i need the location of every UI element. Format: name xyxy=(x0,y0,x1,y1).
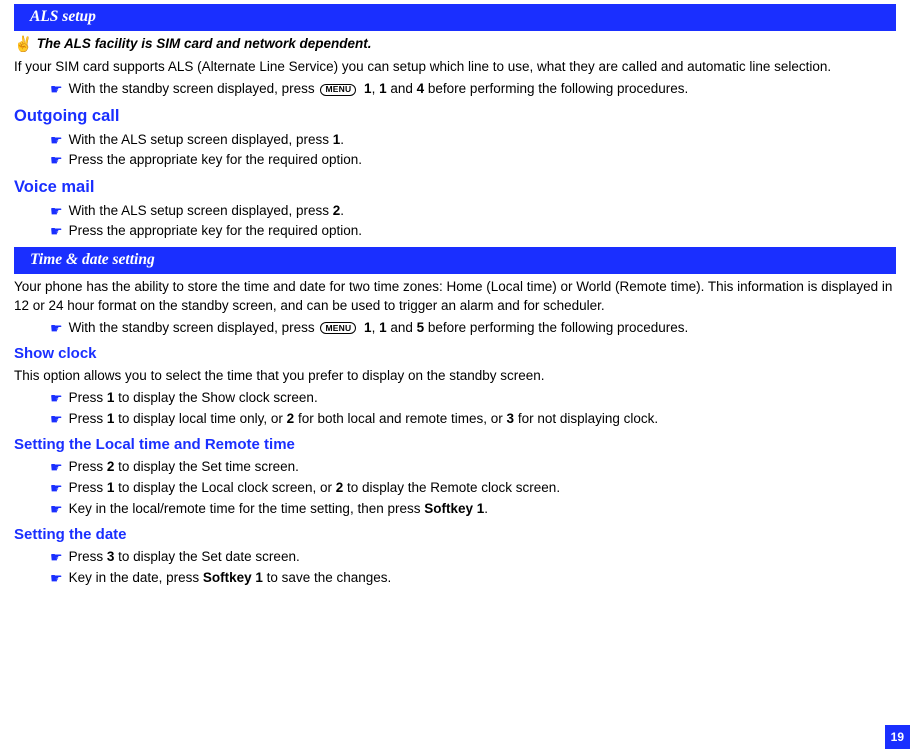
time-intro: Your phone has the ability to store the … xyxy=(14,278,896,314)
list-item: ☛ Press 3 to display the Set date screen… xyxy=(14,548,896,567)
key-3: 4 xyxy=(417,81,425,96)
text: before performing the following procedur… xyxy=(428,81,688,96)
pointer-icon: ☛ xyxy=(50,500,63,519)
heading-set-date: Setting the date xyxy=(14,525,896,545)
hand-icon: ✌ xyxy=(14,35,33,55)
pointer-icon: ☛ xyxy=(50,151,63,170)
text: Key in the local/remote time for the tim… xyxy=(69,501,425,516)
list-item: ☛ Key in the date, press Softkey 1 to sa… xyxy=(14,569,896,588)
section-header-time: Time & date setting xyxy=(14,247,896,274)
als-menu-step: ☛ With the standby screen displayed, pre… xyxy=(14,80,896,99)
pointer-icon: ☛ xyxy=(50,80,63,99)
pointer-icon: ☛ xyxy=(50,548,63,567)
pointer-icon: ☛ xyxy=(50,222,63,241)
als-intro: If your SIM card supports ALS (Alternate… xyxy=(14,58,896,76)
text: With the standby screen displayed, press xyxy=(69,320,319,335)
text: With the ALS setup screen displayed, pre… xyxy=(69,203,333,218)
section-header-als: ALS setup xyxy=(14,4,896,31)
list-item: ☛ Press 1 to display the Show clock scre… xyxy=(14,389,896,408)
menu-button-icon: MENU xyxy=(320,84,356,96)
text: Press xyxy=(69,411,107,426)
heading-show-clock: Show clock xyxy=(14,344,896,364)
pointer-icon: ☛ xyxy=(50,389,63,408)
key: Softkey 1 xyxy=(203,570,263,585)
pointer-icon: ☛ xyxy=(50,319,63,338)
key-1: 1 xyxy=(364,320,372,335)
key-3: 5 xyxy=(417,320,425,335)
text: Press xyxy=(69,459,107,474)
text: Press the appropriate key for the requir… xyxy=(69,151,362,169)
pointer-icon: ☛ xyxy=(50,410,63,429)
als-note-text: The ALS facility is SIM card and network… xyxy=(37,35,372,53)
text: Press xyxy=(69,390,107,405)
list-item: ☛ With the ALS setup screen displayed, p… xyxy=(14,202,896,221)
als-note: ✌ The ALS facility is SIM card and netwo… xyxy=(14,35,896,55)
menu-button-icon: MENU xyxy=(320,322,356,334)
list-item: ☛ Press the appropriate key for the requ… xyxy=(14,222,896,241)
text: Press the appropriate key for the requir… xyxy=(69,222,362,240)
text: With the standby screen displayed, press xyxy=(69,81,319,96)
text: Press xyxy=(69,549,107,564)
text: to display local time only, or xyxy=(114,411,286,426)
heading-set-time: Setting the Local time and Remote time xyxy=(14,435,896,455)
text: Key in the date, press xyxy=(69,570,203,585)
pointer-icon: ☛ xyxy=(50,458,63,477)
pointer-icon: ☛ xyxy=(50,569,63,588)
text: to display the Local clock screen, or xyxy=(114,480,335,495)
pointer-icon: ☛ xyxy=(50,202,63,221)
text: to display the Remote clock screen. xyxy=(343,480,560,495)
time-menu-step: ☛ With the standby screen displayed, pre… xyxy=(14,319,896,338)
key: Softkey 1 xyxy=(424,501,484,516)
list-item: ☛ Key in the local/remote time for the t… xyxy=(14,500,896,519)
heading-voice-mail: Voice mail xyxy=(14,176,896,198)
text: . xyxy=(340,132,344,147)
als-menu-steps: ☛ With the standby screen displayed, pre… xyxy=(14,80,896,99)
text: to display the Set time screen. xyxy=(114,459,299,474)
text: to save the changes. xyxy=(263,570,391,585)
list-item: ☛ Press 1 to display the Local clock scr… xyxy=(14,479,896,498)
text: for both local and remote times, or xyxy=(294,411,506,426)
list-item: ☛ Press 2 to display the Set time screen… xyxy=(14,458,896,477)
text: before performing the following procedur… xyxy=(428,320,688,335)
pointer-icon: ☛ xyxy=(50,479,63,498)
text: With the ALS setup screen displayed, pre… xyxy=(69,132,333,147)
text: to display the Show clock screen. xyxy=(114,390,317,405)
pointer-icon: ☛ xyxy=(50,131,63,150)
key: 3 xyxy=(507,411,515,426)
text: . xyxy=(484,501,488,516)
key-2: 1 xyxy=(379,320,387,335)
page-number: 19 xyxy=(885,725,910,749)
list-item: ☛ Press the appropriate key for the requ… xyxy=(14,151,896,170)
text: to display the Set date screen. xyxy=(114,549,299,564)
list-item: ☛ Press 1 to display local time only, or… xyxy=(14,410,896,429)
key-1: 1 xyxy=(364,81,372,96)
show-clock-intro: This option allows you to select the tim… xyxy=(14,367,896,385)
key-2: 1 xyxy=(379,81,387,96)
text: for not displaying clock. xyxy=(514,411,658,426)
heading-outgoing-call: Outgoing call xyxy=(14,105,896,127)
text: Press xyxy=(69,480,107,495)
list-item: ☛ With the ALS setup screen displayed, p… xyxy=(14,131,896,150)
text: . xyxy=(340,203,344,218)
